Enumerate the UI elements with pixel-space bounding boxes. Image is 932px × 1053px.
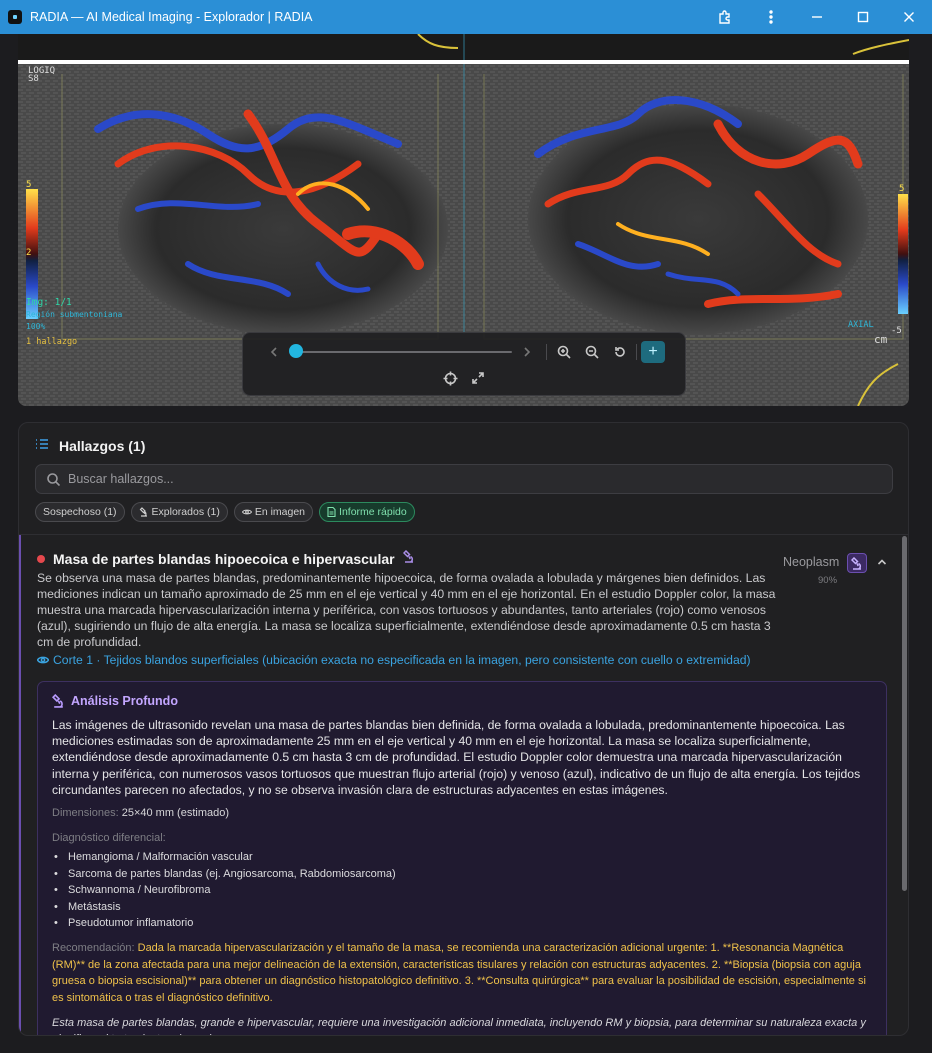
zoom-in-icon[interactable]: [553, 341, 575, 363]
reset-view-icon[interactable]: [609, 341, 631, 363]
scale-unit: cm: [874, 333, 888, 346]
deep-analysis-button[interactable]: [847, 553, 867, 573]
findings-list: Masa de partes blandas hipoecoica e hipe…: [19, 535, 903, 1035]
minimize-icon[interactable]: [794, 0, 840, 34]
analysis-header: Análisis Profundo: [52, 694, 178, 708]
search-input[interactable]: [68, 465, 868, 493]
microscope-icon: [851, 556, 861, 570]
next-image-button[interactable]: [516, 341, 538, 363]
chevron-up-icon[interactable]: [875, 555, 889, 569]
classification-label: Neoplasm: [783, 555, 840, 569]
viewer-top-rule: [18, 60, 909, 64]
colorbar-mid-label: 2: [26, 248, 32, 258]
finding-description: Se observa una masa de partes blandas, p…: [37, 571, 776, 649]
close-icon[interactable]: [886, 0, 932, 34]
list-icon: [35, 437, 49, 455]
dimensions-label: Dimensiones:: [52, 807, 119, 819]
toolbar-separator: [546, 344, 547, 360]
differential-item: Pseudotumor inflamatorio: [52, 915, 396, 932]
analysis-title: Análisis Profundo: [71, 694, 178, 708]
chip-explored[interactable]: Explorados (1): [130, 502, 228, 522]
eye-icon: [241, 509, 252, 515]
document-icon: [327, 507, 336, 517]
findings-search[interactable]: [35, 464, 893, 494]
chip-in-image[interactable]: En imagen: [233, 502, 314, 522]
recommendation: Recomendación: Dada la marcada hipervasc…: [52, 940, 876, 1007]
analysis-summary: Esta masa de partes blandas, grande e hi…: [52, 1017, 866, 1035]
chip-quick-report[interactable]: Informe rápido: [319, 502, 415, 522]
slice-slider-track[interactable]: [299, 351, 512, 353]
findings-title: Hallazgos (1): [59, 438, 146, 454]
microscope-icon: [402, 549, 415, 568]
filter-chips: Sospechoso (1) Explorados (1) En imagen …: [35, 502, 415, 522]
crosshair-icon[interactable]: [439, 367, 461, 389]
differential-list: Hemangioma / Malformación vascular Sarco…: [52, 849, 396, 932]
findings-header: Hallazgos (1): [35, 437, 145, 455]
differential-item: Metástasis: [52, 899, 396, 916]
extension-icon[interactable]: [702, 0, 748, 34]
add-finding-button[interactable]: +: [641, 341, 665, 363]
maximize-icon[interactable]: [840, 0, 886, 34]
finding-title: Masa de partes blandas hipoecoica e hipe…: [53, 551, 395, 567]
app-icon: [8, 10, 22, 24]
prev-image-button[interactable]: [263, 341, 285, 363]
confidence-value: 90%: [818, 575, 838, 586]
region-label: Región submentoniana: [26, 310, 123, 319]
eye-icon: [37, 656, 49, 664]
severity-dot: [37, 555, 45, 563]
search-icon: [47, 473, 60, 486]
slice-slider-thumb[interactable]: [289, 344, 303, 358]
finding-count-label: 1 hallazgo: [26, 337, 78, 347]
differential-item: Hemangioma / Malformación vascular: [52, 849, 396, 866]
differential-label: Diagnóstico diferencial:: [52, 832, 166, 844]
fullscreen-icon[interactable]: [467, 367, 489, 389]
colorbar-right-top-label: 5: [899, 184, 905, 194]
finding-accent-bar: [19, 535, 21, 1035]
window-title: RADIA — AI Medical Imaging - Explorador …: [30, 10, 313, 24]
colorbar-top-label: 5: [26, 180, 32, 190]
dimensions: Dimensiones: 25×40 mm (estimado): [52, 807, 229, 819]
analysis-text: Las imágenes de ultrasonido revelan una …: [52, 718, 861, 797]
viewer-toolbar: +: [242, 332, 686, 396]
finding-location[interactable]: Corte 1 · Tejidos blandos superficiales …: [37, 653, 751, 667]
more-icon[interactable]: [748, 0, 794, 34]
colorbar-right-bottom-label: -5: [891, 326, 902, 336]
differential-item: Schwannoma / Neurofibroma: [52, 882, 396, 899]
deep-analysis-card: Análisis Profundo Las imágenes de ultras…: [37, 681, 887, 1035]
image-viewer[interactable]: LOGIQ S8 5 2 5 -5 Img: 1/1 Región submen…: [18, 34, 909, 406]
image-counter: Img: 1/1: [26, 297, 72, 308]
dimensions-value: 25×40 mm (estimado): [121, 807, 229, 819]
recommendation-text: Dada la marcada hipervascularización y e…: [52, 942, 866, 1005]
microscope-icon: [139, 507, 147, 517]
findings-scrollbar[interactable]: [902, 536, 907, 891]
findings-panel: Hallazgos (1) Sospechoso (1) Explorados …: [18, 422, 909, 1036]
chip-suspicious[interactable]: Sospechoso (1): [35, 502, 125, 522]
zoom-out-icon[interactable]: [581, 341, 603, 363]
orientation-label: AXIAL: [848, 320, 874, 330]
toolbar-separator: [636, 344, 637, 360]
recommendation-label: Recomendación:: [52, 942, 135, 954]
finding-header: Masa de partes blandas hipoecoica e hipe…: [37, 549, 415, 568]
device-sublabel: S8: [28, 74, 39, 84]
zoom-level: 100%: [26, 322, 46, 331]
microscope-icon: [52, 694, 63, 708]
window-controls: [702, 0, 932, 34]
title-bar: RADIA — AI Medical Imaging - Explorador …: [0, 0, 932, 34]
differential-item: Sarcoma de partes blandas (ej. Angiosarc…: [52, 866, 396, 883]
